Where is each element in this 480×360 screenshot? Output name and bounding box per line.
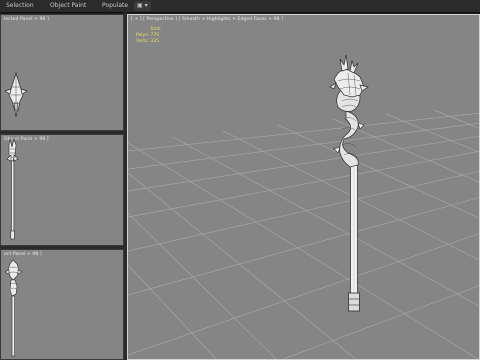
viewport-perspective[interactable]: [ + ] [ Perspective ] [ Smooth + Highlig… <box>127 14 480 360</box>
dragon-staff-model <box>329 54 369 312</box>
ribbon-options-dropdown[interactable]: ▣ ▾ <box>134 1 151 11</box>
ground-grid <box>128 109 479 359</box>
statistics-overlay: Total Polys: 770 Verts: 335 <box>136 27 161 45</box>
tab-populate[interactable]: Populate <box>102 1 128 11</box>
viewport-top[interactable]: ect Panel + 98 ] <box>0 249 124 360</box>
tab-object-paint[interactable]: Object Paint <box>50 1 86 11</box>
stats-verts: Verts: 335 <box>136 39 161 45</box>
stats-polys-value: 770 <box>150 33 160 38</box>
viewport-front[interactable]: lected Panel + 98 ] <box>0 14 124 131</box>
ribbon-bar: Selection Object Paint Populate ▣ ▾ <box>0 0 480 13</box>
stats-polys-label: Polys: <box>136 33 150 38</box>
stats-verts-value: 335 <box>150 39 160 44</box>
top-view-staff <box>4 259 23 357</box>
stats-verts-label: Verts: <box>136 39 149 44</box>
front-view-dragon-head <box>4 71 28 118</box>
viewport-left[interactable]: Object Paint + 98 ] <box>0 134 124 246</box>
perspective-scene <box>128 54 479 359</box>
tab-selection[interactable]: Selection <box>6 1 34 11</box>
viewport-perspective-label[interactable]: [ + ] [ Perspective ] [ Smooth + Highlig… <box>131 17 283 22</box>
side-view-staff <box>6 137 19 240</box>
